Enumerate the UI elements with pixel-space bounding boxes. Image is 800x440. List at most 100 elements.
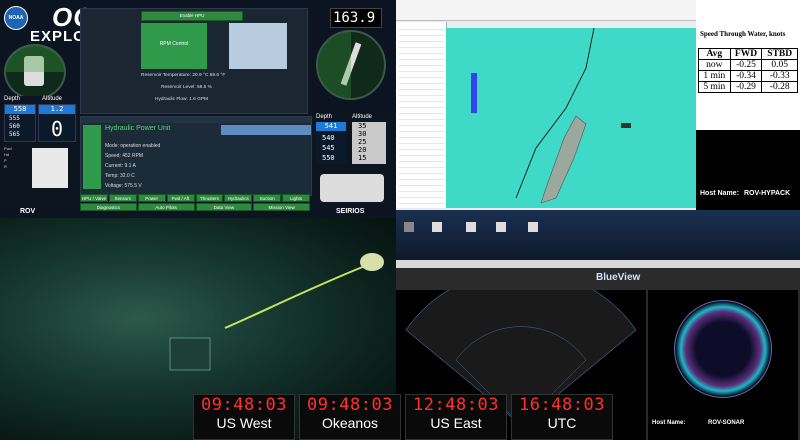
tab-data-view[interactable]: Data View <box>195 203 253 211</box>
desktop-icons-area <box>396 210 800 260</box>
alt-scale-3: 25 <box>358 138 367 146</box>
right-depth-value: 541 <box>316 122 346 131</box>
speed-cell: now <box>698 59 731 71</box>
sonar-ring <box>674 300 772 398</box>
speed-table-header: Avg FWD STBD <box>698 48 798 60</box>
depth-scale-1: 555 <box>9 115 20 122</box>
noaa-logo: NOAA <box>4 6 28 30</box>
tab-hpu-valve[interactable]: HPU / Valve <box>80 194 108 202</box>
tab-suction-sampler[interactable]: Suction Sampler <box>253 194 282 209</box>
hpu-close-button[interactable] <box>221 125 311 135</box>
depth-bar-icon <box>471 73 477 113</box>
clock-label: US West <box>216 415 272 431</box>
desktop-icon <box>496 222 506 232</box>
right-depth-scale-3: 550 <box>322 154 335 162</box>
alt-scale-1: 35 <box>358 122 367 130</box>
clock-label: UTC <box>547 415 577 431</box>
hypack-panel: Speed Through Water, knots Avg FWD STBD … <box>396 0 800 210</box>
hpu-detail-panel: Hydraulic Power Unit Mode: operation ena… <box>80 116 312 196</box>
hpu-side-button[interactable] <box>83 125 101 189</box>
hpu-gauge-area <box>229 23 287 69</box>
alt-scale-2: 30 <box>358 130 367 138</box>
rov-stats: Fwd Hd P R <box>4 146 12 169</box>
depth-scale-2: 560 <box>9 123 20 130</box>
altitude-label: Altitude <box>42 96 63 102</box>
rov-vehicle <box>169 337 211 371</box>
map-overlay <box>471 27 631 204</box>
rpm-control-button[interactable]: RPM Control <box>141 23 207 69</box>
enable-hpu-button[interactable]: Enable HPU <box>141 11 243 21</box>
altitude-value: 1.2 <box>39 105 75 114</box>
hypack-host-label: Host Name: <box>700 190 739 197</box>
reservoir-level: Reservoir Level: 58.5 % <box>161 85 212 90</box>
blueview-titlebar <box>396 260 800 268</box>
tab-fwd-aft[interactable]: Fwd / Aft <box>166 194 195 202</box>
hpu-stats: Mode: operation enabled Speed: 452 RPM C… <box>105 143 161 189</box>
speed-header-stbd: STBD <box>761 48 798 60</box>
hpu-panel: Enable HPU RPM Control Reservoir Tempera… <box>80 8 308 114</box>
seirios-vehicle-icon <box>320 174 384 202</box>
altitude-big-value: 0 <box>51 117 64 141</box>
rov-vehicle-icon <box>32 148 68 188</box>
speed-cell: -0.34 <box>729 70 763 82</box>
speed-cell: -0.28 <box>761 81 798 93</box>
world-clocks: 09:48:03 US West 09:48:03 Okeanos 12:48:… <box>193 394 613 440</box>
rov-marker-icon <box>621 123 631 128</box>
sonar-host-label: Host Name: <box>652 420 686 426</box>
right-altitude-tape: 35 30 25 20 15 <box>352 122 386 164</box>
speed-cell: 1 min <box>698 70 731 82</box>
tab-thrusters[interactable]: Thrusters <box>195 194 224 202</box>
tab-auto-pilots[interactable]: Auto Pilots <box>137 203 195 211</box>
right-depth-scale-2: 545 <box>322 144 335 152</box>
blueview-logo: BlueView <box>596 272 641 283</box>
clock-utc: 16:48:03 UTC <box>511 394 613 440</box>
depth-value: 558 <box>5 105 35 114</box>
table-row: 1 min -0.34 -0.33 <box>698 70 798 82</box>
right-depth-tape: 541 540 545 550 <box>316 122 346 164</box>
tab-mission-view[interactable]: Mission View <box>253 203 310 211</box>
sonar-circular-view: Host Name: ROV-SONAR <box>648 290 798 440</box>
depth-label: Depth <box>4 96 21 102</box>
tab-sensors[interactable]: Sensors <box>108 194 137 202</box>
rov-label: ROV <box>20 208 36 215</box>
clock-time: 16:48:03 <box>519 395 605 415</box>
clock-time: 09:48:03 <box>201 395 287 415</box>
hypack-host-value: ROV-HYPACK <box>744 190 791 197</box>
tab-lights[interactable]: Lights <box>282 194 310 202</box>
tether-line <box>224 265 366 329</box>
hypack-map <box>446 27 696 208</box>
clock-time: 09:48:03 <box>307 395 393 415</box>
hpu-voltage: 575.5 V <box>124 183 142 189</box>
table-row: now -0.25 0.05 <box>698 59 798 71</box>
speed-table: Avg FWD STBD now -0.25 0.05 1 min -0.34 … <box>698 48 798 93</box>
clock-okeanos: 09:48:03 Okeanos <box>299 394 401 440</box>
table-row: 5 min -0.29 -0.28 <box>698 81 798 93</box>
heading-compass <box>316 30 386 100</box>
right-depth-label: Depth <box>316 114 333 120</box>
tab-power[interactable]: Power <box>137 194 166 202</box>
hpu-mode: operation enabled <box>120 143 161 149</box>
hpu-current: 9.1 A <box>124 163 136 169</box>
rov-control-panel: NOAA OCEAN EXPLORATION Enable HPU RPM Co… <box>0 0 396 218</box>
speed-cell: 5 min <box>698 81 731 93</box>
hpu-title: Hydraulic Power Unit <box>105 125 171 132</box>
tab-hydraulics[interactable]: Hydraulics <box>224 194 253 202</box>
clock-us-west: 09:48:03 US West <box>193 394 295 440</box>
desktop-icon <box>528 222 538 232</box>
heading-value: 163.9 <box>333 10 376 26</box>
seirios-label: SEIRIOS <box>336 208 365 215</box>
alt-scale-4: 20 <box>358 146 367 154</box>
depth-tape: 558 555 560 565 <box>4 104 36 142</box>
reservoir-temperature: Reservoir Temperature: 20.9 °C 69.6 °F <box>141 73 226 78</box>
tabs-row-2: Diagnostics Auto Pilots Data View Missio… <box>80 203 310 211</box>
hypack-data-list <box>396 22 447 208</box>
desktop-icon <box>466 222 476 232</box>
tab-diagnostics[interactable]: Diagnostics <box>80 203 137 211</box>
desktop-icon <box>404 222 414 232</box>
desktop-icon <box>432 222 442 232</box>
right-depth-scale-1: 540 <box>322 134 335 142</box>
hydraulic-flow: Hydraulic Flow: 1.6 GPM <box>155 97 209 102</box>
right-depth-panel: Depth Altitude 541 540 545 550 35 30 25 … <box>312 114 392 206</box>
speed-title: Speed Through Water, knots <box>700 30 786 38</box>
left-depth-panel: Depth Altitude 558 555 560 565 1.2 0 Fwd… <box>2 96 78 206</box>
